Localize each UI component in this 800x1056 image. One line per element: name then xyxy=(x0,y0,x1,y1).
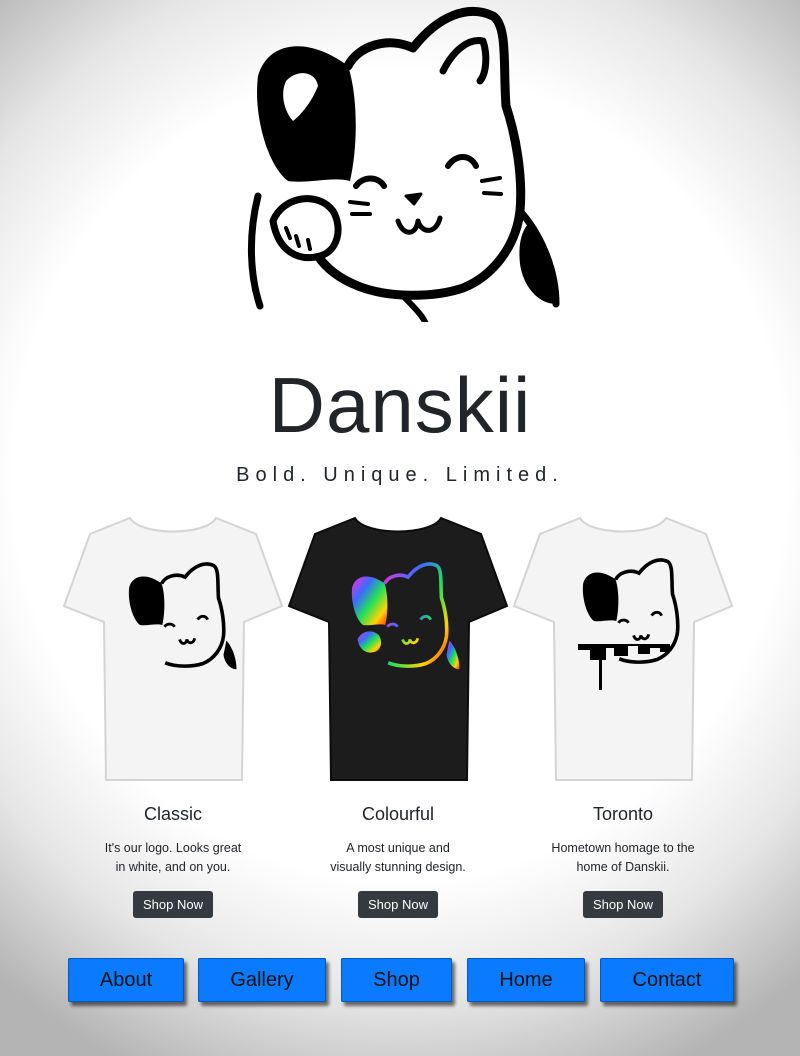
shop-now-button[interactable]: Shop Now xyxy=(358,891,438,918)
desc-line: home of Danskii. xyxy=(576,860,670,874)
product-description: Hometown homage to the home of Danskii. xyxy=(538,839,708,877)
desc-line: in white, and on you. xyxy=(115,860,231,874)
nav-contact-button[interactable]: Contact xyxy=(600,958,734,1002)
tshirt-image xyxy=(62,516,284,781)
nav-home-button[interactable]: Home xyxy=(467,958,585,1002)
nav-shop-button[interactable]: Shop xyxy=(341,958,452,1002)
product-title: Classic xyxy=(143,804,202,824)
tshirt-image xyxy=(512,516,734,781)
nav-gallery-button[interactable]: Gallery xyxy=(198,958,326,1002)
product-description: A most unique and visually stunning desi… xyxy=(313,839,483,877)
tshirt-image xyxy=(287,516,509,781)
shop-now-button[interactable]: Shop Now xyxy=(583,891,663,918)
desc-line: A most unique and xyxy=(346,841,450,855)
shop-now-button[interactable]: Shop Now xyxy=(133,891,213,918)
product-classic: Classic It's our logo. Looks great in wh… xyxy=(60,510,286,918)
product-toronto: Toronto Hometown homage to the home of D… xyxy=(510,510,736,918)
nav-about-button[interactable]: About xyxy=(68,958,184,1002)
product-description: It's our logo. Looks great in white, and… xyxy=(88,839,258,877)
product-colourful: Colourful A most unique and visually stu… xyxy=(285,510,511,918)
product-title: Toronto xyxy=(592,804,654,824)
bottom-nav: About Gallery Shop Home Contact xyxy=(68,958,736,1004)
desc-line: Hometown homage to the xyxy=(551,841,695,855)
desc-line: It's our logo. Looks great xyxy=(104,841,242,855)
product-title: Colourful xyxy=(361,804,435,824)
tagline: Bold. Unique. Limited. xyxy=(236,464,564,486)
desc-line: visually stunning design. xyxy=(330,860,466,874)
brand-name: Danskii xyxy=(268,361,532,449)
cat-logo xyxy=(247,6,560,322)
